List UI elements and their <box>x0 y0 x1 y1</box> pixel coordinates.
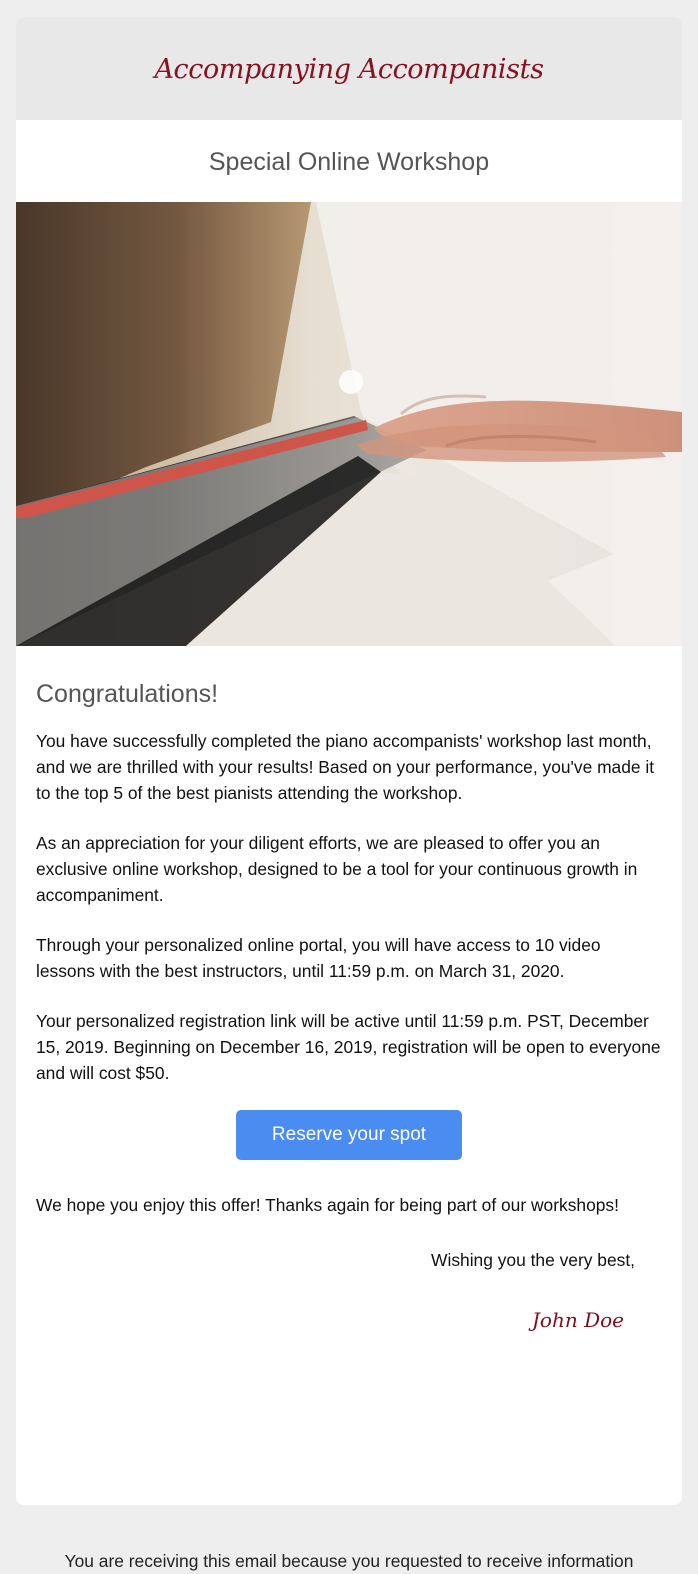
signature-text: John Doe <box>531 1308 624 1332</box>
signoff-text: Wishing you the very best, <box>431 1250 635 1270</box>
brand-logo-text: Accompanying Accompanists <box>154 54 544 85</box>
workshop-subtitle: Special Online Workshop <box>208 147 490 176</box>
piano-hands-photo <box>16 202 682 646</box>
email-body: Congratulations! You have successfully c… <box>16 646 682 1333</box>
cta-row: Reserve your spot <box>36 1110 662 1160</box>
congratulations-heading: Congratulations! <box>36 680 219 708</box>
body-paragraph: You have successfully completed the pian… <box>36 731 655 803</box>
body-paragraph: Through your personalized online portal,… <box>36 935 601 981</box>
email-card: Accompanying Accompanists Special Online… <box>16 17 682 1505</box>
reserve-spot-button[interactable]: Reserve your spot <box>236 1110 462 1160</box>
footer-notice: You are receiving this email because you… <box>64 1551 634 1571</box>
subtitle-section: Special Online Workshop <box>16 120 682 202</box>
closing-paragraph: We hope you enjoy this offer! Thanks aga… <box>36 1195 619 1215</box>
body-paragraph: Your personalized registration link will… <box>36 1011 661 1083</box>
body-paragraph: As an appreciation for your diligent eff… <box>36 833 638 905</box>
email-header: Accompanying Accompanists <box>16 17 682 120</box>
piano-hands-illustration <box>16 202 682 646</box>
